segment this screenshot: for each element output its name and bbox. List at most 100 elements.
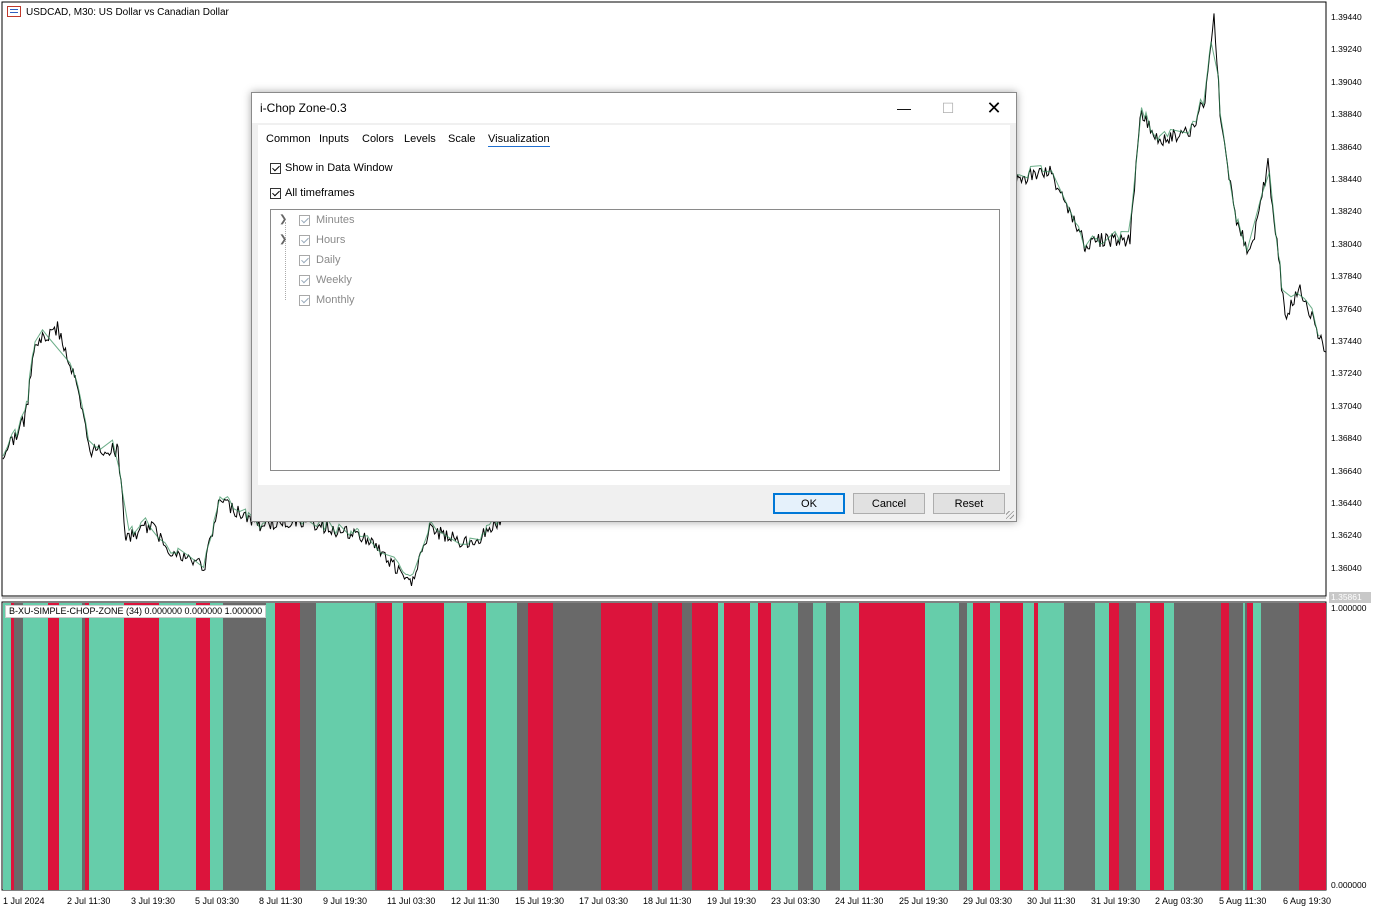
close-button[interactable]: ✕ — [972, 93, 1016, 123]
chop-zone-bar — [1164, 603, 1167, 890]
chop-zone-bar — [316, 603, 326, 890]
chop-zone-bar — [951, 603, 959, 890]
price-tick-label: 1.38040 — [1331, 238, 1362, 249]
chop-zone-bar — [652, 603, 658, 890]
chop-zone-bar — [394, 603, 400, 890]
chop-zone-bar — [210, 603, 218, 890]
chop-zone-bar — [1036, 603, 1038, 890]
chop-zone-bar — [1126, 603, 1136, 890]
chop-zone-bar — [1213, 603, 1221, 890]
time-tick-label: 15 Jul 19:30 — [515, 896, 565, 906]
tab-inputs[interactable]: Inputs — [319, 133, 349, 145]
cancel-button[interactable]: Cancel — [853, 493, 925, 514]
price-tick-label: 1.38440 — [1331, 174, 1362, 184]
tree-item-monthly: Monthly — [299, 294, 355, 306]
chop-zone-bar — [553, 603, 567, 890]
chop-zone-bar — [1109, 603, 1119, 890]
chevron-right-icon[interactable]: ❯ — [279, 214, 287, 225]
resize-grip-icon[interactable] — [1006, 511, 1014, 519]
checkbox-checked-icon — [299, 214, 310, 226]
price-tick-label: 1.37640 — [1331, 303, 1362, 314]
time-tick-label: 6 Aug 19:30 — [1283, 896, 1332, 906]
chop-zone-bar — [124, 603, 136, 890]
tree-item-label: Monthly — [316, 294, 355, 306]
chop-zone-bar — [859, 603, 870, 890]
chop-zone-bar — [973, 603, 975, 890]
chop-zone-bar — [1064, 603, 1068, 890]
time-tick-label: 17 Jul 03:30 — [579, 896, 629, 906]
time-tick-label: 31 Jul 19:30 — [1091, 896, 1141, 906]
time-tick-label: 11 Jul 03:30 — [387, 896, 436, 906]
time-tick-label: 25 Jul 19:30 — [899, 896, 949, 906]
chop-zone-bar — [925, 603, 932, 890]
chevron-right-icon[interactable]: ❯ — [279, 234, 287, 245]
chop-zone-bar — [355, 603, 366, 890]
chop-zone-bar — [967, 603, 973, 890]
chop-zone-bar — [1014, 603, 1023, 890]
chop-zone-bar — [266, 603, 275, 890]
chop-zone-bar — [115, 603, 124, 890]
chop-zone-bar — [1136, 603, 1147, 890]
indicator-properties-dialog[interactable]: i-Chop Zone-0.3 — ☐ ✕ Common Inputs Colo… — [251, 92, 1017, 522]
chop-zone-bar — [873, 603, 888, 890]
chop-zone-bar — [344, 603, 355, 890]
chop-zone-bar — [585, 603, 594, 890]
chop-zone-bar — [528, 603, 542, 890]
all-timeframes-checkbox[interactable]: All timeframes — [270, 187, 355, 199]
tab-colors[interactable]: Colors — [362, 133, 394, 145]
chop-zone-bar — [932, 603, 939, 890]
price-tick-label: 1.36040 — [1331, 562, 1362, 573]
chop-zone-bar — [648, 603, 652, 890]
reset-button[interactable]: Reset — [933, 493, 1005, 514]
chop-zone-bar — [755, 603, 758, 890]
chop-zone-bar — [567, 603, 577, 890]
chop-zone-bar — [776, 603, 788, 890]
checkbox-checked-icon — [299, 294, 310, 306]
price-tick-label: 1.38240 — [1331, 206, 1362, 217]
time-tick-label: 1 Jul 2024 — [3, 896, 45, 906]
minimize-button[interactable]: — — [882, 93, 926, 123]
time-tick-label: 19 Jul 19:30 — [707, 896, 757, 906]
chop-zone-bar — [467, 603, 477, 890]
ok-button[interactable]: OK — [773, 493, 845, 514]
tab-common[interactable]: Common — [266, 133, 311, 145]
chop-zone-bar — [326, 603, 339, 890]
chop-zone-bar — [413, 603, 416, 890]
chop-zone-bar — [517, 603, 528, 890]
chop-zone-bar — [710, 603, 713, 890]
price-tick-label: 1.38840 — [1331, 109, 1362, 120]
chop-zone-bar — [495, 603, 509, 890]
chop-zone-bar — [830, 603, 840, 890]
chop-zone-bar — [82, 603, 85, 890]
chop-zone-bar — [59, 603, 67, 890]
timeframes-tree[interactable]: ❯ ❯ Minutes Hours Daily Weekly Monthly — [270, 209, 1000, 471]
symbol-title: USDCAD, M30: US Dollar vs Canadian Dolla… — [26, 7, 229, 18]
tab-levels[interactable]: Levels — [404, 133, 436, 145]
chop-zone-bar — [1171, 603, 1174, 890]
chop-zone-bar — [849, 603, 859, 890]
tab-scale[interactable]: Scale — [448, 133, 476, 145]
chop-zone-bar — [903, 603, 916, 890]
tab-visualization[interactable]: Visualization — [488, 133, 550, 148]
chop-zone-bar — [416, 603, 418, 890]
chop-zone-bar — [696, 603, 710, 890]
chop-zone-bar — [682, 603, 692, 890]
chop-zone-bar — [1229, 603, 1240, 890]
chop-zone-bar — [308, 603, 316, 890]
checkbox-checked-icon — [299, 274, 310, 286]
chop-zone-bar — [870, 603, 873, 890]
chop-zone-bar — [509, 603, 517, 890]
chop-zone-bar — [1245, 603, 1247, 890]
chop-zone-bar — [1221, 603, 1224, 890]
chop-zone-bar — [366, 603, 371, 890]
show-in-data-window-checkbox[interactable]: Show in Data Window — [270, 162, 393, 174]
time-tick-label: 2 Aug 03:30 — [1155, 896, 1204, 906]
chop-zone-bar — [371, 603, 375, 890]
dialog-titlebar[interactable]: i-Chop Zone-0.3 — ☐ ✕ — [252, 93, 1016, 123]
time-tick-label: 2 Jul 11:30 — [67, 896, 111, 906]
time-tick-label: 18 Jul 11:30 — [643, 896, 692, 906]
time-tick-label: 29 Jul 03:30 — [963, 896, 1013, 906]
chop-zone-bar — [888, 603, 894, 890]
chop-zone-bar — [136, 603, 139, 890]
indicator-label: B-XU-SIMPLE-CHOP-ZONE (34) 0.000000 0.00… — [5, 605, 267, 618]
